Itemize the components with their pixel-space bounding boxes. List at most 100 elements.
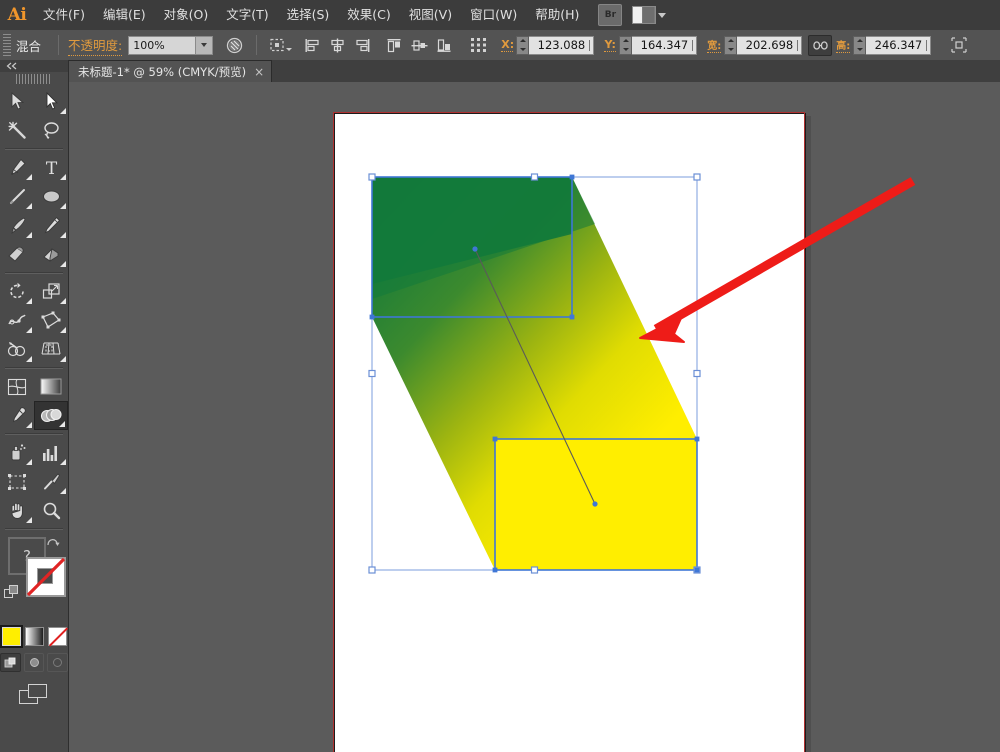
tools-group-selection [0, 87, 68, 145]
line-segment-tool[interactable] [0, 182, 34, 211]
align-left-icon[interactable] [303, 36, 322, 55]
shape-builder-tool[interactable] [0, 335, 34, 364]
flyout-triangle-icon [60, 108, 66, 114]
align-right-icon[interactable] [353, 36, 372, 55]
symbol-sprayer-tool[interactable] [0, 438, 34, 467]
flyout-triangle-icon [26, 459, 32, 465]
selection-tool[interactable] [0, 87, 34, 116]
default-fill-stroke-icon[interactable] [4, 585, 18, 599]
flyout-triangle-icon [60, 203, 66, 209]
close-icon[interactable]: × [254, 66, 264, 78]
document-tab-bar: 未标题-1* @ 59% (CMYK/预览) × [0, 60, 1000, 83]
x-stepper[interactable] [516, 36, 529, 55]
opacity-label[interactable]: 不透明度: [68, 35, 122, 56]
mesh-tool[interactable] [0, 372, 34, 401]
ellipse-tool[interactable] [34, 182, 68, 211]
tools-group-draw: T [0, 153, 68, 269]
width-input[interactable]: 202.698 [737, 36, 802, 55]
isolate-selection-icon[interactable] [949, 36, 968, 55]
gradient-swatch-button[interactable] [25, 627, 44, 646]
transform-panel-icon[interactable] [469, 36, 488, 55]
width-field-group[interactable]: 宽: 202.698 [707, 36, 802, 55]
rotate-tool[interactable] [0, 277, 34, 306]
width-warp-tool[interactable] [0, 306, 34, 335]
height-input[interactable]: 246.347 [866, 36, 931, 55]
color-swatch-button[interactable] [2, 627, 21, 646]
pen-tool[interactable] [0, 153, 34, 182]
align-horizontal-center-icon[interactable] [328, 36, 347, 55]
flyout-triangle-icon [60, 174, 66, 180]
stroke-swatch[interactable] [26, 557, 66, 597]
bridge-icon[interactable]: Br [598, 4, 622, 26]
eyedropper-tool[interactable] [0, 401, 34, 430]
magic-wand-tool[interactable] [0, 116, 34, 145]
canvas-area[interactable] [68, 82, 1000, 752]
color-mode-buttons [0, 625, 68, 646]
blend-object[interactable] [335, 114, 805, 752]
menu-select[interactable]: 选择(S) [278, 0, 339, 30]
menu-view[interactable]: 视图(V) [400, 0, 461, 30]
lasso-tool[interactable] [34, 116, 68, 145]
menu-help[interactable]: 帮助(H) [526, 0, 588, 30]
height-stepper[interactable] [853, 36, 866, 55]
scale-tool[interactable] [34, 277, 68, 306]
artboard[interactable] [334, 113, 806, 752]
flyout-triangle-icon [26, 174, 32, 180]
column-graph-tool[interactable] [34, 438, 68, 467]
direct-selection-tool[interactable] [34, 87, 68, 116]
divider [5, 528, 63, 530]
flyout-triangle-icon [60, 261, 66, 267]
x-input[interactable]: 123.088 [529, 36, 594, 55]
paintbrush-tool[interactable] [0, 211, 34, 240]
menu-effect[interactable]: 效果(C) [338, 0, 399, 30]
free-transform-tool[interactable] [34, 306, 68, 335]
align-vertical-center-icon[interactable] [410, 36, 429, 55]
flyout-triangle-icon [60, 356, 66, 362]
menubar-right-group: Br [598, 4, 666, 26]
y-field-group[interactable]: Y: 164.347 [604, 36, 697, 55]
tools-panel-collapse-button[interactable] [0, 60, 68, 72]
menu-type[interactable]: 文字(T) [217, 0, 277, 30]
pencil-tool[interactable] [34, 211, 68, 240]
width-stepper[interactable] [724, 36, 737, 55]
menu-edit[interactable]: 编辑(E) [94, 0, 155, 30]
transparency-icon[interactable] [225, 36, 244, 55]
opacity-combo[interactable]: 100% [128, 36, 213, 55]
hand-tool[interactable] [0, 496, 34, 525]
workspace-switcher-button[interactable] [632, 6, 666, 24]
control-bar-grip[interactable] [3, 34, 11, 56]
opacity-value[interactable]: 100% [129, 37, 195, 54]
blend-tool[interactable] [34, 401, 68, 430]
x-field-group[interactable]: X: 123.088 [501, 36, 594, 55]
gradient-tool[interactable] [34, 372, 68, 401]
align-panel-icon[interactable] [269, 36, 288, 55]
x-label: X: [501, 38, 513, 52]
document-tab[interactable]: 未标题-1* @ 59% (CMYK/预览) × [68, 60, 272, 82]
menu-window[interactable]: 窗口(W) [461, 0, 526, 30]
type-tool[interactable]: T [34, 153, 68, 182]
draw-normal-button[interactable] [0, 653, 21, 672]
eraser-tool[interactable] [34, 240, 68, 269]
menu-file[interactable]: 文件(F) [34, 0, 94, 30]
tools-panel-grip[interactable] [16, 74, 52, 84]
slice-tool[interactable] [34, 467, 68, 496]
draw-inside-button[interactable] [47, 653, 68, 672]
menu-object[interactable]: 对象(O) [155, 0, 218, 30]
align-top-icon[interactable] [385, 36, 404, 55]
blob-brush-tool[interactable] [0, 240, 34, 269]
drawing-mode-buttons [0, 646, 68, 672]
perspective-grid-tool[interactable] [34, 335, 68, 364]
artboard-tool[interactable] [0, 467, 34, 496]
align-bottom-icon[interactable] [435, 36, 454, 55]
control-bar: 混合 不透明度: 100% [0, 30, 1000, 61]
link-chain-icon[interactable] [808, 35, 832, 56]
change-screen-mode-button[interactable] [0, 672, 68, 706]
y-input[interactable]: 164.347 [632, 36, 697, 55]
chevron-down-icon[interactable] [195, 37, 212, 54]
zoom-tool[interactable] [34, 496, 68, 525]
height-field-group[interactable]: 高: 246.347 [836, 36, 931, 55]
swap-fill-stroke-icon[interactable] [46, 535, 60, 547]
draw-behind-button[interactable] [24, 653, 45, 672]
y-stepper[interactable] [619, 36, 632, 55]
none-swatch-button[interactable] [48, 627, 67, 646]
